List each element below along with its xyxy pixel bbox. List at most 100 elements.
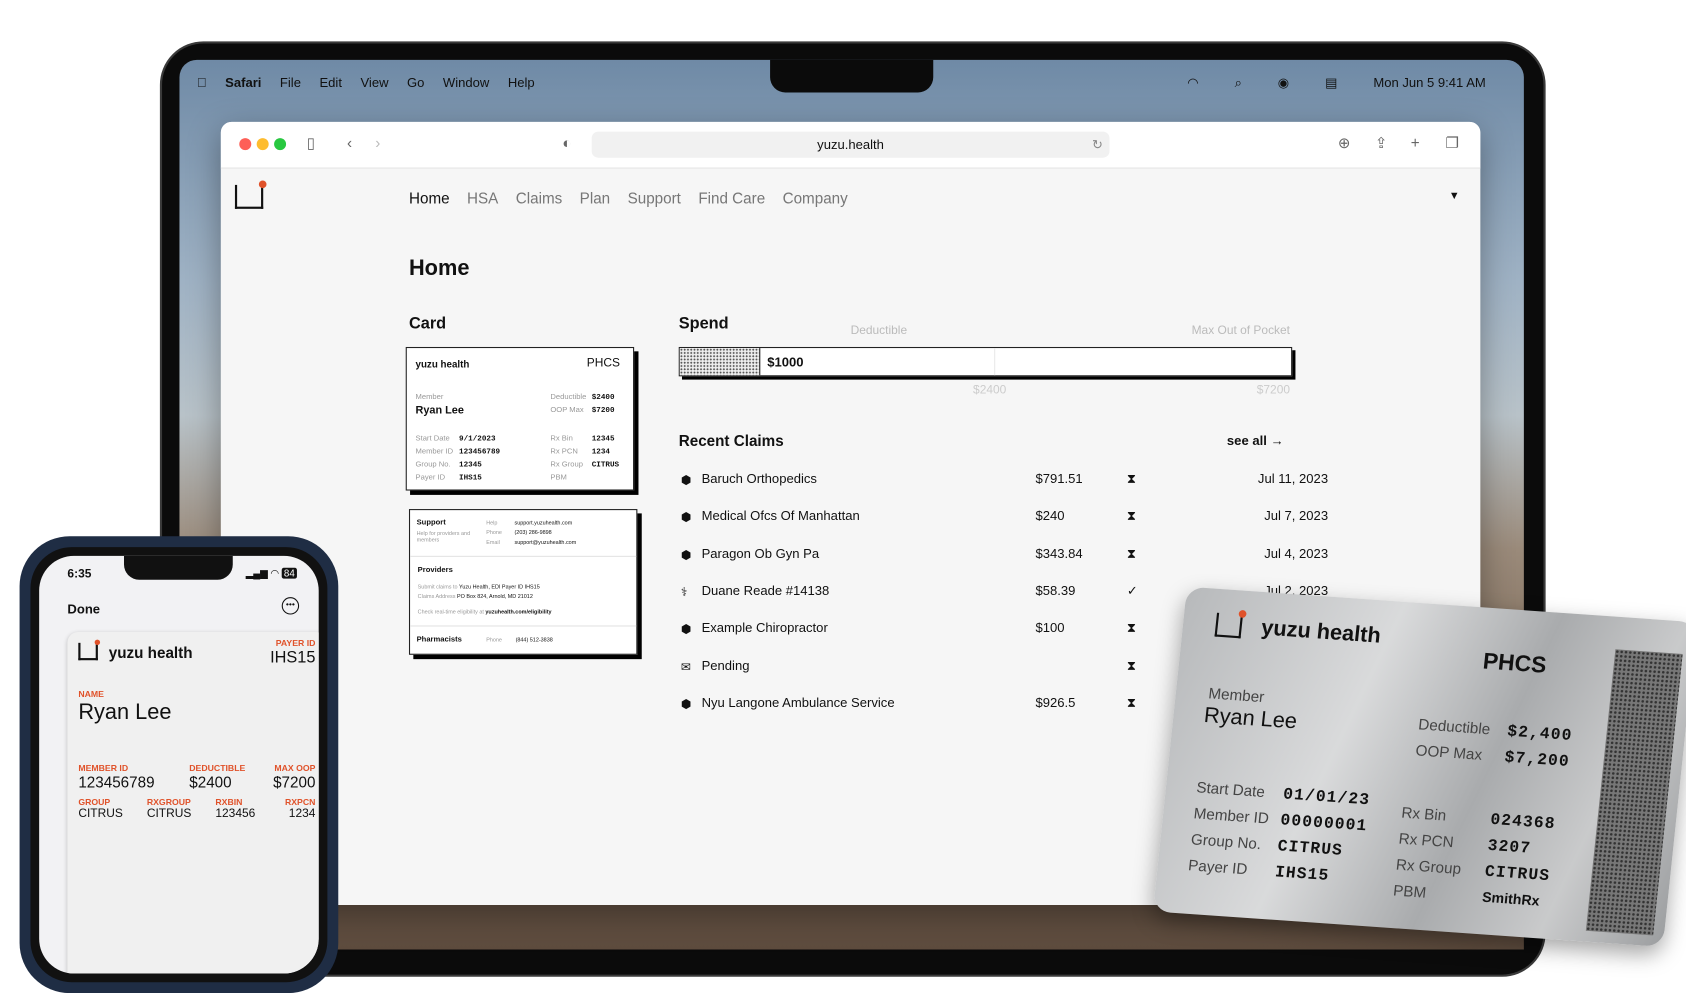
support-contacts: Help support.yuzuhealth.com Phone (203) 28… <box>486 519 576 548</box>
payer-label: PAYER ID <box>275 638 316 649</box>
search-icon[interactable]: ⌕ <box>1235 75 1242 91</box>
field-label: PBM <box>1392 881 1428 901</box>
claim-row[interactable]: ⬢ Paragon Ob Gyn Pa $343.84 ⧗ Jul 4, 202… <box>679 546 1332 568</box>
wifi-icon[interactable]: ◠ <box>1187 75 1198 91</box>
claim-amount: $240 <box>1035 508 1065 524</box>
providers-heading: Providers <box>417 566 453 575</box>
pass-name: Ryan Lee <box>78 700 172 725</box>
field-value: $2400 <box>189 773 232 791</box>
page-title: Home <box>408 256 470 281</box>
close-button[interactable] <box>239 138 252 151</box>
claim-provider: Duane Reade #14138 <box>701 582 830 599</box>
menu-app[interactable]: Safari <box>225 75 261 90</box>
hourglass-icon: ⧗ <box>1126 470 1137 487</box>
field-label: Member ID <box>415 448 454 456</box>
field-label: RXPCN <box>284 797 316 808</box>
metal-insurance-card: yuzu health PHCS Member Ryan Lee Deducti… <box>1152 586 1686 948</box>
support-subtitle: Help for providers and members <box>416 530 471 544</box>
hourglass-icon: ⧗ <box>1126 657 1137 673</box>
share-icon[interactable]: ⇪ <box>1375 134 1388 152</box>
field-label: Check real-time eligibility at <box>417 609 484 616</box>
done-button[interactable]: Done <box>67 601 100 616</box>
field-label: Claims Address <box>417 593 456 601</box>
address-bar[interactable]: yuzu.health ↻ <box>591 131 1110 158</box>
pharmacists-heading: Pharmacists <box>416 636 462 644</box>
pharmacist-phone: (844) 512-3838 <box>515 637 553 644</box>
user-icon[interactable]: ◉ <box>1278 75 1289 91</box>
menu-help[interactable]: Help <box>508 75 535 90</box>
yuzu-logo[interactable] <box>234 180 267 209</box>
hourglass-icon: ⧗ <box>1126 694 1137 711</box>
claim-amount: $100 <box>1035 620 1065 636</box>
nav-claims[interactable]: Claims <box>516 189 563 206</box>
zoom-button[interactable] <box>274 138 287 151</box>
claim-row[interactable]: ⬢ Baruch Orthopedics $791.51 ⧗ Jul 11, 2… <box>679 471 1332 493</box>
recent-claims-heading: Recent Claims <box>678 431 784 450</box>
see-all-link[interactable]: see all → <box>1227 433 1284 448</box>
pass-field: RXBIN 123456 <box>215 797 255 820</box>
insurance-card-back[interactable]: Support Help for providers and members H… <box>408 509 638 655</box>
field-label: Phone <box>486 529 502 537</box>
iphone: 6:35 ▂▄▆ ◠ 84 Done ••• yuzu health PAYER… <box>19 536 339 993</box>
nav-find-care[interactable]: Find Care <box>698 189 765 206</box>
new-tab-icon[interactable]: + <box>1411 134 1420 151</box>
more-icon[interactable]: ••• <box>281 597 300 615</box>
insurance-card-front[interactable]: yuzu health PHCS Member Ryan Lee Deducti… <box>405 346 635 491</box>
member-label: Member <box>415 393 444 402</box>
tabs-icon[interactable]: ❐ <box>1446 134 1460 152</box>
wallet-pass[interactable]: yuzu health PAYER ID IHS15 NAME Ryan Lee… <box>67 631 319 974</box>
menu-bar:  Safari File Edit View Go Window Help ◠… <box>179 67 1523 97</box>
field-label: Rx Bin <box>550 435 573 443</box>
apple-icon[interactable]:  <box>197 75 207 90</box>
field-value: 3207 <box>1486 836 1533 859</box>
claim-date: Jul 4, 2023 <box>1264 545 1329 561</box>
field-label: Group No. <box>415 461 451 469</box>
nav-company[interactable]: Company <box>783 189 848 206</box>
card-right-fields: Rx Bin 12345 Rx PCN 1234 Rx Group CITRUS PB… <box>550 433 619 485</box>
claim-provider: Paragon Ob Gyn Pa <box>701 545 820 561</box>
claim-amount: $58.39 <box>1035 582 1076 599</box>
eligibility-link[interactable]: yuzuhealth.com/eligibility <box>485 609 551 616</box>
menu-edit[interactable]: Edit <box>319 75 342 90</box>
menu-view[interactable]: View <box>360 75 388 90</box>
sidebar-icon[interactable]: ▯ <box>307 134 315 152</box>
field-value: 01/01/23 <box>1282 785 1371 810</box>
field-value: 12345 <box>591 435 615 444</box>
claim-row[interactable]: ⬢ Medical Ofcs Of Manhattan $240 ⧗ Jul 7… <box>679 508 1332 530</box>
field-value: 1234 <box>288 807 316 821</box>
shield-icon[interactable]: ◐ <box>562 134 571 151</box>
field-label: DEDUCTIBLE <box>189 763 246 774</box>
help-link[interactable]: support.yuzuhealth.com <box>514 520 572 527</box>
email-link[interactable]: support@yuzuhealth.com <box>514 539 576 546</box>
menu-file[interactable]: File <box>280 75 301 90</box>
battery-level: 84 <box>281 567 297 579</box>
field-value: CITRUS <box>146 807 192 821</box>
field-value: CITRUS <box>1483 862 1551 886</box>
nav-support[interactable]: Support <box>628 189 681 206</box>
field-value: 123456 <box>215 807 256 821</box>
nav-home[interactable]: Home <box>409 189 450 206</box>
url-text: yuzu.health <box>817 137 884 153</box>
forward-icon[interactable]: › <box>375 134 380 151</box>
download-icon[interactable]: ⊕ <box>1338 134 1351 152</box>
field-label: OOP Max <box>1414 741 1484 764</box>
pass-field: RXPCN 1234 <box>285 797 315 820</box>
member-name: Ryan Lee <box>1202 703 1299 734</box>
shield-icon: ⬢ <box>680 548 692 562</box>
account-dropdown-icon[interactable]: ▼ <box>1449 190 1460 202</box>
field-label: RXBIN <box>215 797 243 808</box>
menu-window[interactable]: Window <box>443 75 489 90</box>
field-label: Start Date <box>415 435 450 443</box>
claim-date: Jul 11, 2023 <box>1257 470 1329 487</box>
nav-plan[interactable]: Plan <box>580 189 610 206</box>
minimize-button[interactable] <box>256 138 269 151</box>
reload-icon[interactable]: ↻ <box>1092 132 1103 158</box>
field-value: 024368 <box>1489 810 1557 834</box>
control-center-icon[interactable]: ▤ <box>1325 75 1337 91</box>
deductible-value: $2400 <box>973 383 1007 398</box>
nav-hsa[interactable]: HSA <box>467 189 498 206</box>
menu-go[interactable]: Go <box>407 75 424 90</box>
wallet-screen: 6:35 ▂▄▆ ◠ 84 Done ••• yuzu health PAYER… <box>39 555 319 974</box>
field-label: GROUP <box>78 797 111 808</box>
back-icon[interactable]: ‹ <box>347 134 352 151</box>
